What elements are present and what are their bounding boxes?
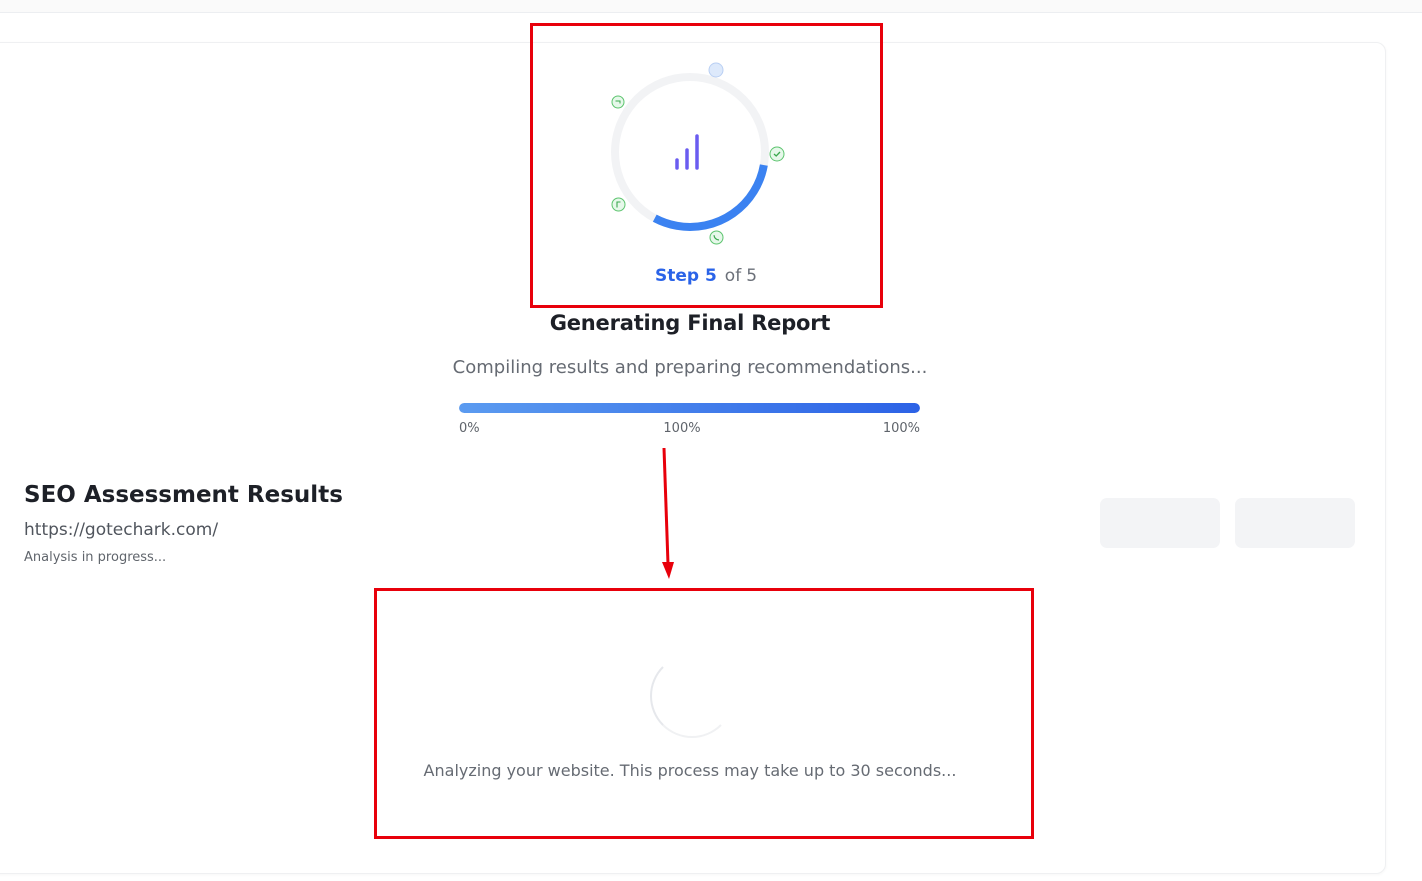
stage-title: Generating Final Report — [549, 311, 831, 335]
progress-bar-fill — [459, 403, 920, 413]
progress-bar — [459, 403, 920, 413]
progress-label-start: 0% — [459, 421, 480, 436]
top-bar — [0, 0, 1422, 13]
placeholder-button-2[interactable] — [1235, 498, 1355, 548]
highlight-box-top — [530, 23, 883, 308]
loading-message: Analyzing your website. This process may… — [423, 761, 957, 780]
annotation-arrow — [662, 447, 674, 579]
loading-spinner — [650, 654, 734, 738]
results-status: Analysis in progress... — [24, 550, 167, 565]
stage-description: Compiling results and preparing recommen… — [452, 357, 928, 378]
progress-label-current: 100% — [663, 421, 701, 436]
results-title: SEO Assessment Results — [24, 482, 343, 508]
placeholder-button-1[interactable] — [1100, 498, 1220, 548]
progress-label-end: 100% — [882, 421, 920, 436]
results-url: https://gotechark.com/ — [24, 520, 219, 540]
